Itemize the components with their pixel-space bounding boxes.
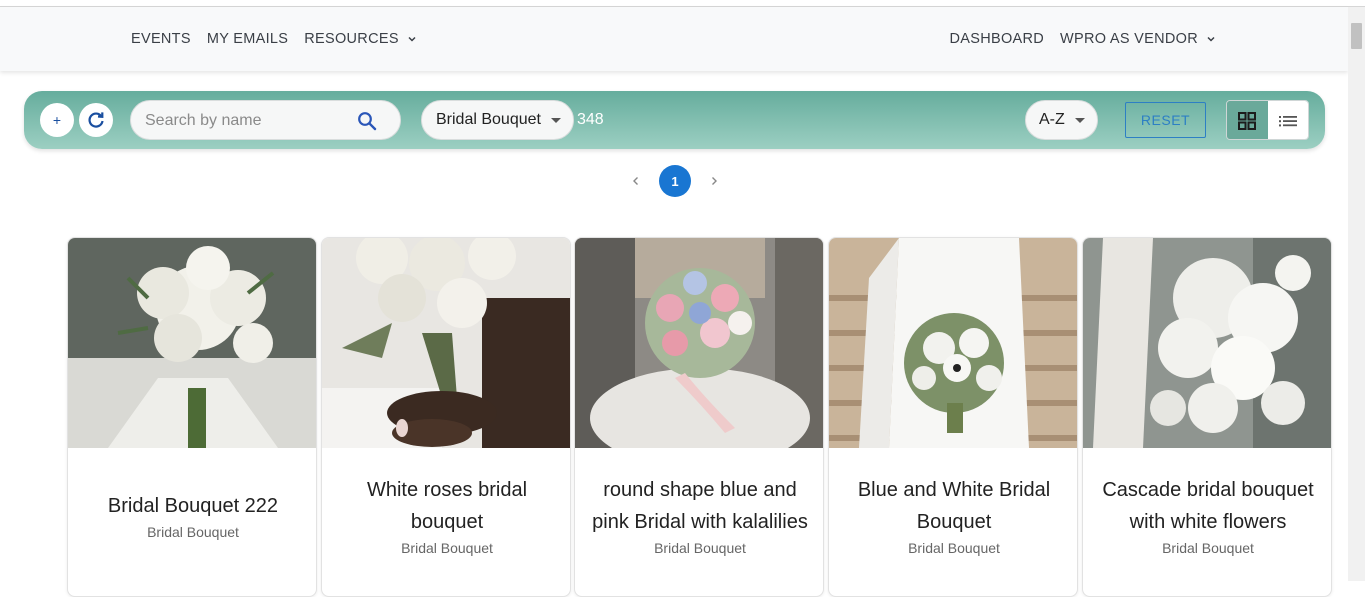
sort-select[interactable]: A-Z	[1025, 100, 1098, 140]
nav-resources-label: RESOURCES	[304, 31, 399, 47]
card-title: White roses bridal bouquet	[366, 479, 528, 533]
card-category: Bridal Bouquet	[654, 540, 746, 556]
nav-vendor-dropdown[interactable]: WPRO AS VENDOR	[1060, 31, 1216, 47]
next-page-button[interactable]	[698, 165, 730, 197]
scrollbar-thumb[interactable]	[1351, 23, 1362, 49]
nav-resources-dropdown[interactable]: RESOURCES	[304, 31, 417, 47]
bouquet-photo-blue-pink	[575, 238, 823, 448]
grid-icon	[1238, 112, 1257, 130]
caret-down-icon	[550, 117, 561, 123]
card-body: Blue and White Bridal Bouquet Bridal Bou…	[829, 448, 1077, 582]
page-scrollbar[interactable]	[1348, 7, 1365, 581]
bouquet-photo-cascade-orchids	[1083, 238, 1331, 448]
search-input[interactable]	[145, 110, 355, 132]
chevron-left-icon	[633, 177, 638, 185]
browser-top-edge	[0, 0, 1365, 7]
card-title: round shape blue and pink Bridal with ka…	[592, 479, 808, 533]
product-card[interactable]: Bridal Bouquet 222 Bridal Bouquet	[67, 237, 317, 597]
product-card[interactable]: round shape blue and pink Bridal with ka…	[574, 237, 824, 597]
sort-select-value: A-Z	[1039, 111, 1065, 128]
reset-button[interactable]: RESET	[1125, 102, 1206, 138]
chevron-down-icon	[408, 36, 416, 42]
nav-dashboard-link[interactable]: DASHBOARD	[949, 31, 1044, 47]
grid-view-button[interactable]	[1227, 101, 1268, 139]
view-toggle	[1226, 100, 1309, 140]
category-select-value: Bridal Bouquet	[436, 111, 541, 128]
category-select[interactable]: Bridal Bouquet	[421, 100, 574, 140]
card-title: Blue and White Bridal Bouquet	[857, 479, 1051, 533]
nav-right-group: DASHBOARD WPRO AS VENDOR	[949, 31, 1216, 47]
add-label: +	[52, 112, 62, 128]
page-number-current[interactable]: 1	[659, 165, 691, 197]
filter-toolbar: + Bridal Bouquet 348 A-Z RESET	[24, 91, 1325, 149]
product-card[interactable]: Blue and White Bridal Bouquet Bridal Bou…	[828, 237, 1078, 597]
nav-left-group: EVENTS MY EMAILS RESOURCES	[131, 31, 417, 47]
card-category: Bridal Bouquet	[401, 540, 493, 556]
bouquet-photo-white-roses	[322, 238, 570, 448]
nav-events-link[interactable]: EVENTS	[131, 31, 191, 47]
card-category: Bridal Bouquet	[147, 524, 239, 540]
refresh-button[interactable]	[79, 103, 113, 137]
bouquet-photo-white-peonies	[68, 238, 316, 448]
bouquet-photo-blue-white	[829, 238, 1077, 448]
pagination: 1	[620, 165, 730, 197]
card-category: Bridal Bouquet	[908, 540, 1000, 556]
card-title: Bridal Bouquet 222	[107, 495, 279, 517]
card-category: Bridal Bouquet	[1162, 540, 1254, 556]
prev-page-button[interactable]	[620, 165, 652, 197]
result-count: 348	[577, 111, 604, 128]
nav-my-emails-link[interactable]: MY EMAILS	[207, 31, 288, 47]
chevron-right-icon	[712, 177, 717, 185]
product-card[interactable]: Cascade bridal bouquet with white flower…	[1082, 237, 1332, 597]
card-body: Cascade bridal bouquet with white flower…	[1083, 448, 1331, 582]
search-icon[interactable]	[357, 111, 377, 131]
card-title: Cascade bridal bouquet with white flower…	[1102, 479, 1314, 533]
nav-vendor-label: WPRO AS VENDOR	[1060, 31, 1198, 47]
chevron-down-icon	[1207, 36, 1215, 42]
list-icon	[1278, 116, 1297, 127]
caret-down-icon	[1074, 117, 1085, 123]
refresh-icon	[88, 112, 104, 128]
search-box	[130, 100, 401, 140]
list-view-button[interactable]	[1267, 101, 1308, 139]
card-body: Bridal Bouquet 222 Bridal Bouquet	[68, 448, 316, 582]
card-body: round shape blue and pink Bridal with ka…	[575, 448, 823, 582]
top-navbar: EVENTS MY EMAILS RESOURCES DASHBOARD WPR…	[0, 7, 1348, 71]
card-body: White roses bridal bouquet Bridal Bouque…	[322, 448, 570, 582]
product-card[interactable]: White roses bridal bouquet Bridal Bouque…	[321, 237, 571, 597]
add-button[interactable]: +	[40, 103, 74, 137]
